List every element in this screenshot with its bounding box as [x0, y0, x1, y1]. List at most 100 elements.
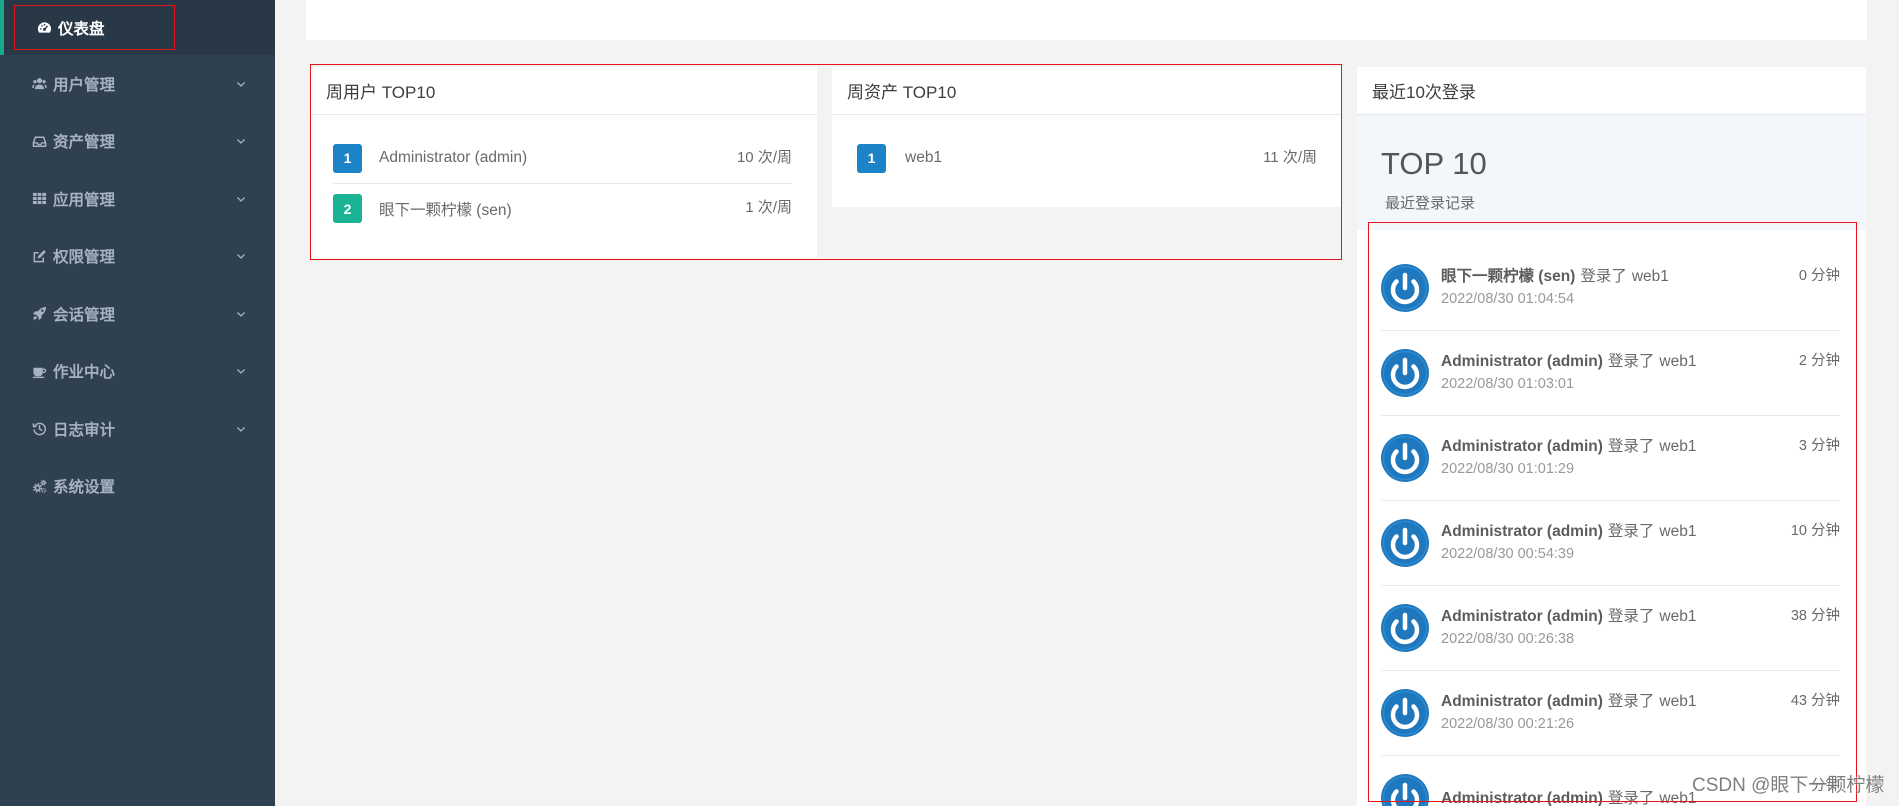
login-item: Administrator (admin) 登录了 web1 分钟: [1381, 756, 1840, 806]
sidebar-item-settings[interactable]: 系统设置: [0, 458, 275, 516]
power-icon: [1381, 689, 1429, 737]
login-summary: Administrator (admin) 登录了 web1: [1441, 605, 1696, 628]
recent-logins-panel: 最近10次登录 TOP 10 最近登录记录 眼下一颗柠檬 (sen) 登录了 web…: [1357, 67, 1866, 806]
chevron-down-icon: [235, 365, 247, 377]
login-summary: Administrator (admin) 登录了 web1: [1441, 350, 1696, 373]
power-icon: [1381, 604, 1429, 652]
top-panel: [306, 0, 1867, 40]
sidebar-item-assets[interactable]: 资产管理: [0, 113, 275, 171]
grid-icon: [32, 191, 47, 206]
power-icon: [1381, 264, 1429, 312]
chevron-down-icon: [235, 193, 247, 205]
chevron-down-icon: [235, 308, 247, 320]
login-action: 登录了: [1607, 693, 1655, 710]
power-icon: [1381, 434, 1429, 482]
chevron-down-icon: [235, 78, 247, 90]
list-item: 1 Administrator (admin) 10 次/周: [333, 133, 792, 183]
sidebar-item-audit[interactable]: 日志审计: [0, 400, 275, 458]
rank-name: 眼下一颗柠檬 (sen): [379, 201, 512, 219]
rank-badge: 1: [857, 143, 886, 173]
sidebar-item-apps[interactable]: 应用管理: [0, 170, 275, 228]
sidebar-item-label: 资产管理: [53, 134, 116, 152]
rocket-icon: [32, 306, 47, 321]
login-timestamp: 2022/08/30 00:54:39: [1441, 546, 1575, 562]
login-text: Administrator (admin) 登录了 web1 2022/08/30 0…: [1441, 690, 1696, 736]
history-icon: [32, 421, 47, 436]
login-summary: Administrator (admin) 登录了 web1: [1441, 690, 1696, 713]
power-icon: [1381, 349, 1429, 397]
login-text: Administrator (admin) 登录了 web1 2022/08/30 0…: [1441, 350, 1696, 396]
login-action: 登录了: [1580, 268, 1627, 285]
weekly-users-panel: 周用户 TOP10 1 Administrator (admin) 10 次/周 2 眼…: [311, 67, 817, 258]
edit-icon: [32, 249, 47, 264]
login-relative-time: 10 分钟: [1790, 523, 1840, 539]
power-icon: [1381, 519, 1429, 567]
login-relative-time: 3 分钟: [1798, 438, 1840, 454]
login-action: 登录了: [1607, 523, 1655, 540]
login-item: Administrator (admin) 登录了 web1 2022/08/30 0…: [1381, 501, 1840, 586]
login-action: 登录了: [1607, 608, 1655, 625]
rank-count: 10 次/周: [736, 148, 792, 166]
login-target: web1: [1659, 608, 1697, 625]
sidebar-item-sessions[interactable]: 会话管理: [0, 285, 275, 343]
rank-list: 1 Administrator (admin) 10 次/周 2 眼下一颗柠檬 (sen…: [311, 115, 817, 233]
sidebar-item-label: 作业中心: [53, 364, 116, 382]
login-user: Administrator (admin): [1441, 789, 1603, 806]
login-text: 眼下一颗柠檬 (sen) 登录了 web1 2022/08/30 01:04:54: [1441, 265, 1669, 311]
rank-name: Administrator (admin): [379, 149, 528, 166]
summary-subheading: 最近登录记录: [1385, 195, 1476, 212]
sidebar-item-dashboard[interactable]: 仪表盘: [0, 0, 275, 55]
sidebar-item-label: 日志审计: [53, 421, 116, 439]
login-timestamp: 2022/08/30 00:26:38: [1441, 631, 1575, 647]
login-target: web1: [1659, 523, 1697, 540]
login-timestamp: 2022/08/30 01:01:29: [1441, 461, 1575, 477]
summary-section: TOP 10 最近登录记录: [1357, 115, 1866, 230]
login-action: 登录了: [1607, 438, 1655, 455]
sidebar-item-label: 系统设置: [53, 479, 116, 497]
login-user: Administrator (admin): [1441, 353, 1603, 370]
login-relative-time: 0 分钟: [1798, 268, 1840, 284]
login-target: web1: [1659, 438, 1697, 455]
login-item: Administrator (admin) 登录了 web1 2022/08/30 0…: [1381, 671, 1840, 756]
sidebar-item-permissions[interactable]: 权限管理: [0, 228, 275, 286]
login-summary: 眼下一颗柠檬 (sen) 登录了 web1: [1441, 265, 1669, 288]
login-timestamp: 2022/08/30 00:21:26: [1441, 716, 1575, 732]
summary-heading: TOP 10: [1381, 146, 1487, 181]
login-target: web1: [1659, 789, 1697, 806]
login-user: Administrator (admin): [1441, 523, 1603, 540]
sidebar-item-label: 应用管理: [53, 191, 116, 209]
login-timestamp: 2022/08/30 01:04:54: [1441, 291, 1575, 307]
rank-count: 11 次/周: [1263, 148, 1317, 166]
dashboard-icon: [37, 20, 52, 35]
list-item: 1 web1 11 次/周: [857, 133, 1317, 183]
login-text: Administrator (admin) 登录了 web1 2022/08/30 0…: [1441, 605, 1696, 651]
login-item: 眼下一颗柠檬 (sen) 登录了 web1 2022/08/30 01:04:54 0 …: [1381, 246, 1840, 331]
sidebar-item-jobs[interactable]: 作业中心: [0, 343, 275, 401]
panel-title: 最近10次登录: [1357, 67, 1866, 115]
login-user: Administrator (admin): [1441, 608, 1603, 625]
rank-badge: 1: [333, 143, 362, 173]
sidebar-item-label: 用户管理: [53, 76, 116, 94]
login-item: Administrator (admin) 登录了 web1 2022/08/30 0…: [1381, 586, 1840, 671]
login-summary: Administrator (admin) 登录了 web1: [1441, 787, 1696, 806]
cogs-icon: [32, 479, 47, 494]
login-action: 登录了: [1607, 789, 1655, 806]
coffee-icon: [32, 364, 47, 379]
login-target: web1: [1659, 353, 1697, 370]
users-icon: [32, 76, 47, 91]
inbox-icon: [32, 134, 47, 149]
login-summary: Administrator (admin) 登录了 web1: [1441, 435, 1696, 458]
weekly-assets-panel: 周资产 TOP10 1 web1 11 次/周: [832, 67, 1341, 207]
login-item: Administrator (admin) 登录了 web1 2022/08/30 0…: [1381, 331, 1840, 416]
login-relative-time: 38 分钟: [1790, 608, 1840, 624]
login-action: 登录了: [1607, 353, 1655, 370]
rank-count: 1 次/周: [745, 199, 792, 216]
login-user: Administrator (admin): [1441, 693, 1603, 710]
rank-list: 1 web1 11 次/周: [832, 115, 1341, 183]
login-relative-time: 43 分钟: [1790, 693, 1840, 709]
login-user: Administrator (admin): [1441, 438, 1603, 455]
chevron-down-icon: [235, 423, 247, 435]
login-text: Administrator (admin) 登录了 web1: [1441, 787, 1696, 806]
login-text: Administrator (admin) 登录了 web1 2022/08/30 0…: [1441, 520, 1696, 566]
sidebar-item-users[interactable]: 用户管理: [0, 55, 275, 113]
